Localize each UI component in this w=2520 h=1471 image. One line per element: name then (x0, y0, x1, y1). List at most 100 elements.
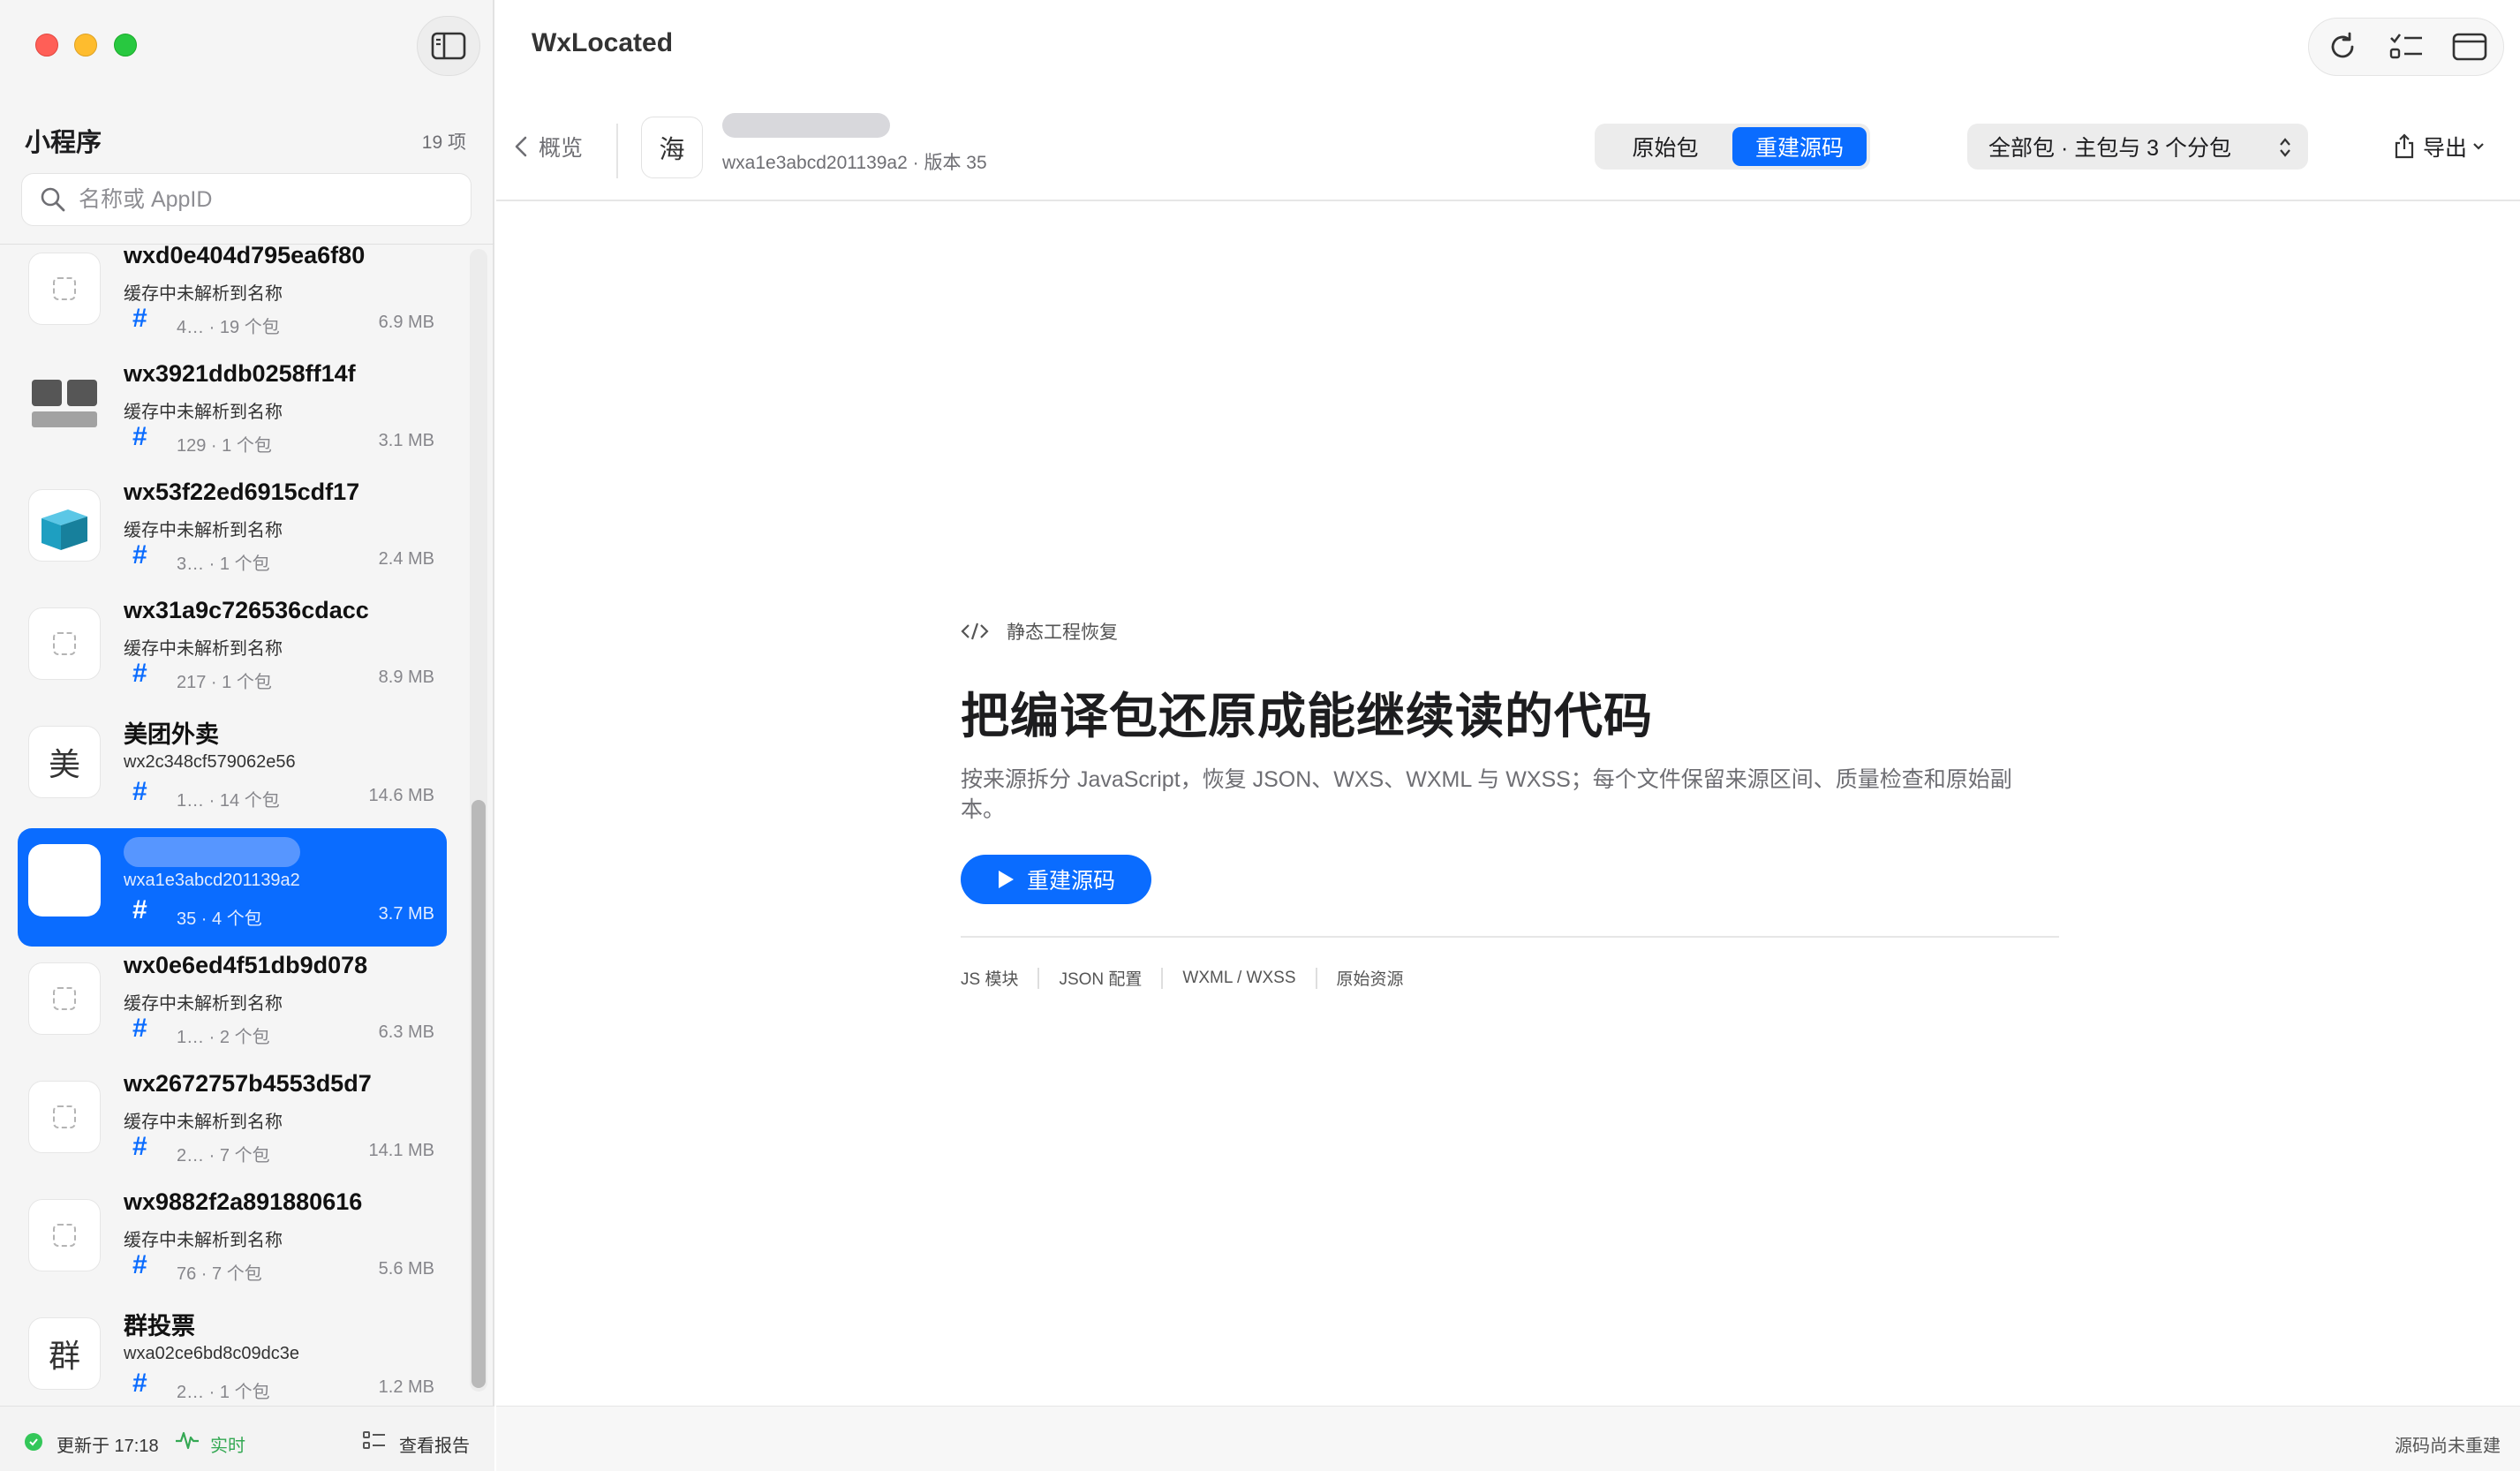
empty-state: 静态工程恢复 把编译包还原成能继续读的代码 按来源拆分 JavaScript，恢… (961, 618, 2059, 990)
list-item[interactable]: wx2672757b4553d5d7 缓存中未解析到名称 # 2… · 7 个包… (18, 1065, 447, 1183)
redacted-app-name (722, 113, 890, 138)
item-subtitle: wxa02ce6bd8c09dc3e (124, 1344, 300, 1363)
search-icon (41, 187, 65, 212)
item-meta: 2… · 1 个包 (177, 1383, 270, 1402)
hash-icon: # (132, 540, 147, 570)
chevron-left-icon (515, 136, 527, 157)
hash-icon: # (132, 422, 147, 451)
hash-icon: # (132, 1132, 147, 1161)
item-size: 5.6 MB (378, 1259, 434, 1279)
item-meta: 2… · 7 个包 (177, 1146, 270, 1165)
sidebar-item-count: 19 项 (421, 132, 466, 153)
list-item[interactable]: wx3921ddb0258ff14f 缓存中未解析到名称 # 129 · 1 个… (18, 355, 447, 473)
rebuild-source-button[interactable]: 重建源码 (961, 855, 1151, 904)
window-icon (2452, 33, 2487, 61)
app-id-version: wxa1e3abcd201139a2 · 版本 35 (722, 153, 987, 173)
hash-icon: # (132, 1014, 147, 1043)
segment-rebuild-source[interactable]: 重建源码 (1732, 127, 1867, 166)
search-field[interactable] (21, 173, 472, 226)
list-item[interactable]: wxd0e404d795ea6f80 缓存中未解析到名称 # 4… · 19 个… (18, 245, 447, 355)
brand-logo-icon (28, 371, 101, 443)
list-item[interactable]: wx31a9c726536cdacc 缓存中未解析到名称 # 217 · 1 个… (18, 592, 447, 710)
output-tags: JS 模块 JSON 配置 WXML / WXSS 原始资源 (961, 966, 2059, 990)
list-item[interactable]: wx0e6ed4f51db9d078 缓存中未解析到名称 # 1… · 2 个包… (18, 947, 447, 1065)
rebuild-source-label: 重建源码 (1026, 869, 1115, 894)
placeholder-icon (28, 1081, 101, 1153)
tag-divider (1037, 967, 1040, 989)
sidebar-toggle-icon (431, 32, 466, 60)
description: 按来源拆分 JavaScript，恢复 JSON、WXS、WXML 与 WXSS… (961, 767, 2012, 822)
view-report-link[interactable]: 查看报告 (399, 1431, 470, 1457)
package-select-value: 全部包 · 主包与 3 个分包 (1988, 136, 2232, 161)
scrollbar-thumb[interactable] (472, 800, 486, 1388)
mini-program-list: wxd0e404d795ea6f80 缓存中未解析到名称 # 4… · 19 个… (0, 245, 494, 1402)
checklist-button[interactable] (2387, 27, 2426, 66)
item-meta: 1… · 2 个包 (177, 1028, 270, 1047)
item-size: 14.1 MB (368, 1141, 434, 1160)
headline: 把编译包还原成能继续读的代码 (961, 689, 1654, 743)
item-subtitle: wxa1e3abcd201139a2 (124, 871, 300, 890)
item-meta: 1… · 14 个包 (177, 791, 280, 811)
item-meta: 76 · 7 个包 (177, 1264, 262, 1284)
back-label: 概览 (539, 136, 584, 161)
placeholder-icon (28, 1199, 101, 1271)
tag-divider (1161, 967, 1164, 989)
item-meta: 35 · 4 个包 (177, 909, 262, 929)
list-divider (0, 244, 494, 245)
item-subtitle: 缓存中未解析到名称 (124, 284, 283, 304)
list-item-selected[interactable]: wxa1e3abcd201139a2 # 35 · 4 个包 3.7 MB (18, 828, 447, 947)
report-list-icon (363, 1431, 385, 1449)
item-subtitle: 缓存中未解析到名称 (124, 1231, 283, 1250)
build-status-text: 源码尚未重建 (2395, 1437, 2501, 1456)
toolbar-button-group (2308, 18, 2504, 76)
item-meta: 3… · 1 个包 (177, 554, 270, 574)
sidebar-toggle-button[interactable] (417, 16, 480, 76)
window-layout-button[interactable] (2450, 27, 2489, 66)
hash-icon: # (132, 1250, 147, 1279)
item-subtitle: 缓存中未解析到名称 (124, 639, 283, 659)
view-segmented-control: 原始包 重建源码 (1595, 124, 1870, 170)
box-logo-icon (28, 489, 101, 562)
play-icon (998, 871, 1014, 888)
item-title: wx0e6ed4f51db9d078 (124, 952, 368, 978)
search-input[interactable] (79, 186, 458, 213)
sidebar: 小程序 19 项 wxd0e404d795ea6f80 缓存中未解析到名称 # … (0, 0, 494, 1471)
item-title: wx31a9c726536cdacc (124, 597, 369, 623)
item-meta: 129 · 1 个包 (177, 436, 272, 456)
live-status: 实时 (210, 1437, 245, 1456)
item-size: 6.9 MB (378, 313, 434, 332)
package-select[interactable]: 全部包 · 主包与 3 个分包 (1967, 124, 2308, 170)
app-avatar: 美 (28, 726, 101, 798)
item-title: wxd0e404d795ea6f80 (124, 245, 366, 268)
sidebar-footer: 更新于 17:18 实时 查看报告 (0, 1406, 494, 1471)
list-item[interactable]: wx9882f2a891880616 缓存中未解析到名称 # 76 · 7 个包… (18, 1183, 447, 1301)
hash-icon: # (132, 659, 147, 688)
item-meta: 217 · 1 个包 (177, 673, 272, 692)
item-title: wx2672757b4553d5d7 (124, 1070, 372, 1097)
redacted-title (124, 837, 300, 867)
item-subtitle: 缓存中未解析到名称 (124, 521, 283, 540)
segment-raw-package[interactable]: 原始包 (1598, 127, 1732, 166)
refresh-button[interactable] (2323, 27, 2362, 66)
check-circle-icon (25, 1433, 42, 1451)
refresh-icon (2331, 32, 2354, 58)
list-scrollbar[interactable] (470, 249, 487, 1392)
hash-icon: # (132, 777, 147, 806)
status-bar: 源码尚未重建 (496, 1406, 2520, 1471)
item-size: 3.7 MB (378, 904, 434, 924)
window-minimize-button[interactable] (74, 34, 97, 57)
item-title: wx9882f2a891880616 (124, 1188, 363, 1215)
chevron-down-icon (2473, 143, 2484, 150)
list-item[interactable]: 群 群投票 wxa02ce6bd8c09dc3e # 2… · 1 个包 1.2… (18, 1301, 447, 1402)
back-button[interactable]: 概览 (514, 131, 583, 162)
placeholder-icon (28, 962, 101, 1035)
window-close-button[interactable] (35, 34, 58, 57)
window-zoom-button[interactable] (114, 34, 137, 57)
item-title: wx3921ddb0258ff14f (124, 360, 356, 387)
tag-json-config: JSON 配置 (1059, 970, 1143, 989)
share-icon (2395, 133, 2414, 159)
sidebar-title: 小程序 (25, 129, 102, 157)
list-item[interactable]: wx53f22ed6915cdf17 缓存中未解析到名称 # 3… · 1 个包… (18, 473, 447, 592)
export-button[interactable]: 导出 (2393, 131, 2485, 162)
list-item[interactable]: 美 美团外卖 wx2c348cf579062e56 # 1… · 14 个包 1… (18, 710, 447, 828)
